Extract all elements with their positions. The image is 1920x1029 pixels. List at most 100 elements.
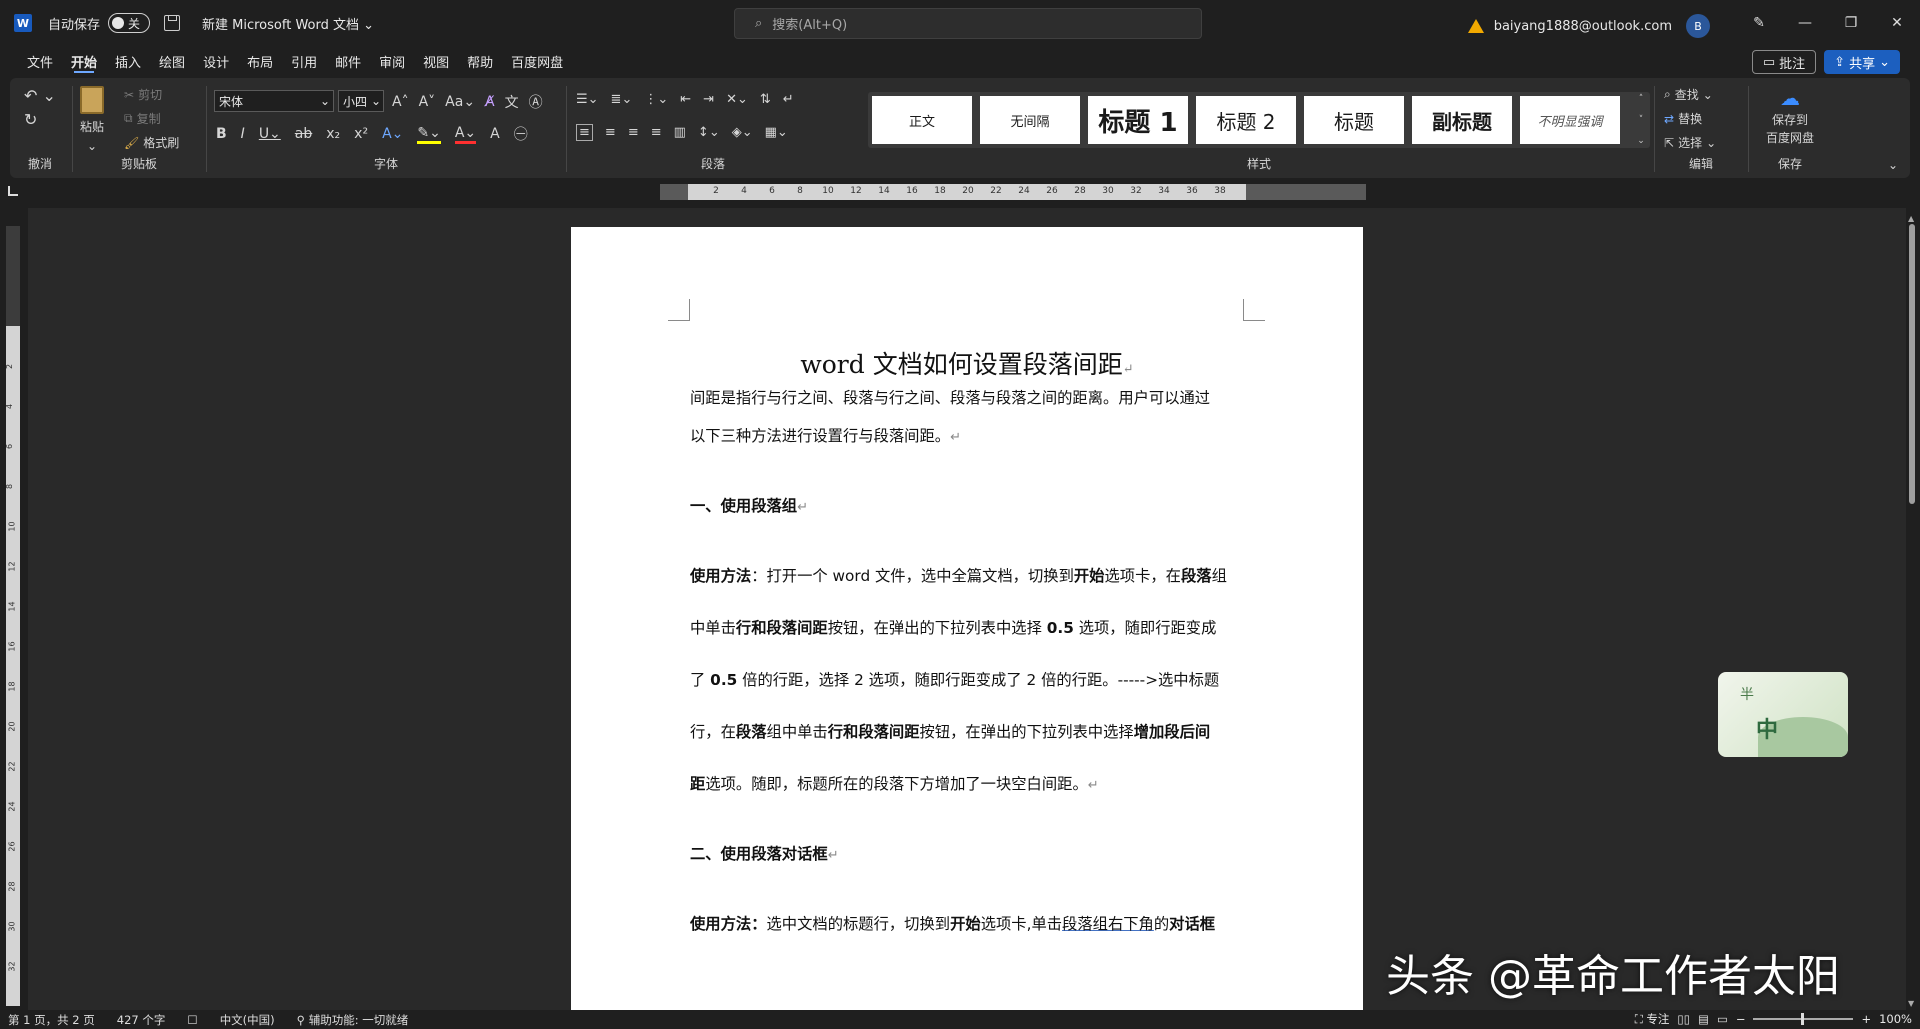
bold-icon[interactable]: B	[216, 126, 227, 142]
italic-icon[interactable]: I	[241, 126, 245, 142]
shrink-font-icon[interactable]: A˅	[419, 94, 436, 110]
paste-button[interactable]: 粘贴 ⌄	[80, 86, 104, 153]
style-heading-1[interactable]: 标题 1	[1088, 96, 1188, 144]
align-left-icon[interactable]: ≡	[576, 124, 593, 141]
redo-icon[interactable]: ↻	[24, 110, 37, 129]
minimize-icon[interactable]: —	[1782, 0, 1828, 46]
style-subtle-emphasis[interactable]: 不明显强调	[1520, 96, 1620, 144]
cut-button[interactable]: ✂ 剪切	[124, 86, 162, 103]
page-count[interactable]: 第 1 页，共 2 页	[8, 1012, 95, 1028]
find-button[interactable]: ⌕ 查找 ⌄	[1664, 86, 1713, 103]
tab-11[interactable]: 百度网盘	[502, 46, 572, 76]
font-color-icon[interactable]: A⌄	[454, 125, 477, 144]
tab-0[interactable]: 文件	[18, 46, 62, 76]
sort-icon[interactable]: ⇅	[760, 92, 771, 107]
pen-icon[interactable]: ✎	[1736, 0, 1782, 46]
accessibility-status[interactable]: ⚲ 辅助功能: 一切就绪	[297, 1012, 409, 1028]
avatar[interactable]: B	[1686, 14, 1710, 38]
style-title[interactable]: 标题	[1304, 96, 1404, 144]
replace-button[interactable]: ⇄ 替换	[1664, 110, 1702, 127]
style-normal[interactable]: 正文	[872, 96, 972, 144]
grow-font-icon[interactable]: A˄	[392, 94, 409, 110]
increase-indent-icon[interactable]: ⇥	[703, 92, 714, 107]
web-layout-icon[interactable]: ▭	[1717, 1012, 1728, 1026]
zoom-level[interactable]: 100%	[1879, 1012, 1912, 1026]
share-button[interactable]: ⇪ 共享 ⌄	[1824, 50, 1900, 74]
focus-button[interactable]: ⛶ 专注	[1635, 1011, 1670, 1027]
tab-1[interactable]: 开始	[62, 46, 106, 76]
text-effects-icon[interactable]: A⌄	[382, 126, 403, 142]
scrollbar-thumb[interactable]	[1909, 224, 1915, 504]
strikethrough-icon[interactable]: ab	[295, 126, 312, 142]
decrease-indent-icon[interactable]: ⇤	[680, 92, 691, 107]
font-name-select[interactable]: 宋体 ⌄	[214, 90, 334, 112]
tab-10[interactable]: 帮助	[458, 46, 502, 76]
line-spacing-icon[interactable]: ↕⌄	[698, 125, 720, 140]
scroll-down-icon[interactable]: ▼	[1908, 999, 1914, 1008]
account-area[interactable]: baiyang1888@outlook.com B	[1467, 14, 1710, 38]
word-count[interactable]: 427 个字	[117, 1012, 166, 1028]
proofing-icon[interactable]: ☐	[187, 1013, 197, 1027]
horizontal-ruler[interactable]: 2 4 6 8 10 12 14 16 18 20 22 24 26 28 30 32 34 36 38	[688, 184, 1246, 200]
copy-button[interactable]: ⧉ 复制	[124, 110, 161, 127]
highlight-icon[interactable]: ✎⌄	[417, 125, 441, 144]
tab-2[interactable]: 插入	[106, 46, 150, 76]
chinese-layout-icon[interactable]: ✕⌄	[726, 92, 748, 107]
show-marks-icon[interactable]: ↵	[783, 92, 794, 107]
distributed-icon[interactable]: ▥	[674, 125, 686, 140]
autosave-toggle[interactable]: 关	[108, 13, 151, 33]
tab-5[interactable]: 布局	[238, 46, 282, 76]
char-shading-icon[interactable]: A	[490, 126, 500, 142]
save-to-baidu-button[interactable]: ☁ 保存到 百度网盘	[1754, 86, 1826, 146]
font-size-select[interactable]: 小四 ⌄	[338, 90, 384, 112]
zoom-out-icon[interactable]: −	[1736, 1012, 1746, 1026]
vertical-scrollbar[interactable]: ▲ ▼	[1906, 212, 1918, 1010]
collapse-ribbon-icon[interactable]: ⌄	[1888, 158, 1898, 172]
numbering-icon[interactable]: ≣⌄	[611, 92, 633, 107]
subscript-icon[interactable]: x₂	[326, 126, 340, 142]
comment-button[interactable]: ▭ 批注	[1751, 50, 1817, 74]
close-icon[interactable]: ✕	[1874, 0, 1920, 46]
vertical-ruler[interactable]: 2 4 6 8 10 12 14 16 18 20 22 24 26 28 30 32	[5, 326, 20, 1006]
tab-4[interactable]: 设计	[194, 46, 238, 76]
shading-icon[interactable]: ◈⌄	[732, 125, 753, 140]
document-title[interactable]: 新建 Microsoft Word 文档 ⌄	[202, 14, 374, 33]
char-border-icon[interactable]: Ⓐ	[529, 92, 543, 112]
enclose-char-icon[interactable]: ㊀	[514, 124, 528, 144]
document-page[interactable]: word 文档如何设置段落间距↵ 间距是指行与行之间、段落与行之间、段落与段落之…	[571, 227, 1363, 1029]
tab-selector[interactable]	[8, 186, 18, 196]
undo-icon[interactable]: ↶ ⌄	[24, 86, 56, 105]
style-no-spacing[interactable]: 无间隔	[980, 96, 1080, 144]
select-button[interactable]: ⇱ 选择 ⌄	[1664, 134, 1716, 151]
read-mode-icon[interactable]: ▯▯	[1677, 1012, 1690, 1026]
phonetic-icon[interactable]: 文	[505, 92, 519, 112]
format-painter-button[interactable]: 🖌 格式刷	[124, 134, 179, 151]
language[interactable]: 中文(中国)	[220, 1012, 275, 1028]
tab-8[interactable]: 审阅	[370, 46, 414, 76]
tab-6[interactable]: 引用	[282, 46, 326, 76]
align-center-icon[interactable]: ≡	[605, 125, 616, 140]
search-input[interactable]: ⌕ 搜索(Alt+Q)	[734, 8, 1202, 39]
restore-icon[interactable]: ❐	[1828, 0, 1874, 46]
clear-format-icon[interactable]: A̸	[485, 94, 495, 110]
borders-icon[interactable]: ▦⌄	[765, 125, 788, 140]
tab-7[interactable]: 邮件	[326, 46, 370, 76]
multilevel-list-icon[interactable]: ⋮⌄	[644, 92, 668, 107]
justify-icon[interactable]: ≡	[651, 125, 662, 140]
style-heading-2[interactable]: 标题 2	[1196, 96, 1296, 144]
zoom-in-icon[interactable]: +	[1861, 1012, 1871, 1026]
superscript-icon[interactable]: x²	[354, 126, 368, 142]
print-layout-icon[interactable]: ▤	[1698, 1012, 1709, 1026]
align-right-icon[interactable]: ≡	[628, 125, 639, 140]
underline-icon[interactable]: U⌄	[259, 126, 281, 142]
tab-3[interactable]: 绘图	[150, 46, 194, 76]
change-case-icon[interactable]: Aa⌄	[445, 94, 475, 110]
decorative-sticker[interactable]: 半 中	[1718, 672, 1848, 757]
zoom-slider[interactable]	[1753, 1013, 1854, 1025]
bullets-icon[interactable]: ☰⌄	[576, 92, 599, 107]
styles-scroll[interactable]: ˄ ˅ ⌄	[1634, 94, 1648, 146]
style-subtitle[interactable]: 副标题	[1412, 96, 1512, 144]
scroll-up-icon[interactable]: ▲	[1908, 214, 1914, 223]
save-icon[interactable]	[164, 15, 181, 31]
tab-9[interactable]: 视图	[414, 46, 458, 76]
